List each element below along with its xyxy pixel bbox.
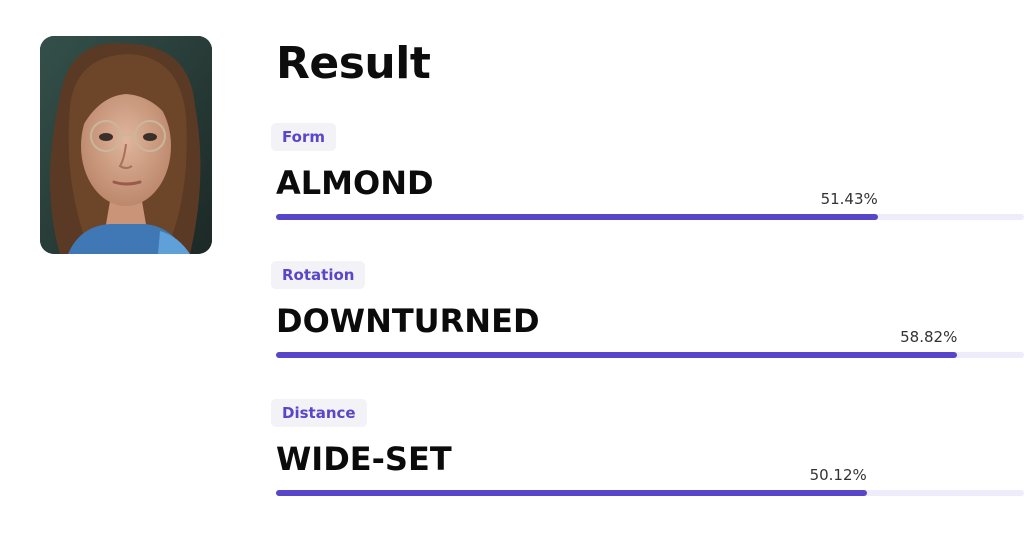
- metric-distance: Distance WIDE-SET 50.12%: [271, 399, 1024, 499]
- metric-progress-fill: [276, 490, 867, 496]
- metric-rotation: Rotation DOWNTURNED 58.82%: [271, 261, 1024, 361]
- metric-progress-track: [276, 352, 1024, 358]
- metric-label-badge: Distance: [271, 399, 367, 427]
- metric-progress-track: [276, 214, 1024, 220]
- metric-progress-fill: [276, 352, 958, 358]
- result-panel: Result Form ALMOND 51.43% Rotation DOWNT…: [271, 0, 1024, 547]
- metric-percent: 50.12%: [809, 466, 867, 484]
- metric-label-badge: Rotation: [271, 261, 366, 289]
- metric-label-badge: Form: [271, 123, 336, 151]
- portrait-photo: [40, 36, 212, 254]
- metric-form: Form ALMOND 51.43%: [271, 123, 1024, 223]
- metric-progress-track: [276, 490, 1024, 496]
- page-title: Result: [276, 38, 431, 89]
- metric-percent: 51.43%: [820, 190, 878, 208]
- metric-value: ALMOND: [276, 164, 434, 202]
- metric-progress-fill: [276, 214, 878, 220]
- metric-value: DOWNTURNED: [276, 302, 540, 340]
- metric-value: WIDE-SET: [276, 440, 452, 478]
- metric-percent: 58.82%: [900, 328, 958, 346]
